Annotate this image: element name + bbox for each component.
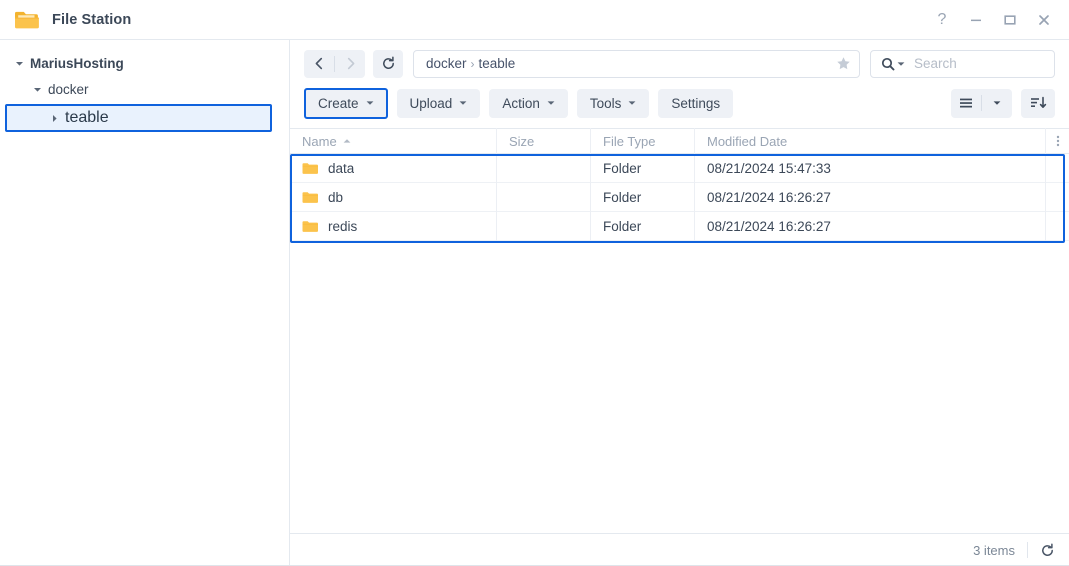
cell-size (496, 153, 590, 183)
column-header-name[interactable]: Name (290, 128, 496, 154)
column-header-file-type[interactable]: File Type (590, 128, 694, 154)
sidebar-item-docker[interactable]: docker (0, 76, 289, 102)
sidebar-item-mariushosting[interactable]: MariusHosting (0, 50, 289, 76)
breadcrumb-bar[interactable]: docker › teable (413, 49, 860, 78)
window-controls: ? (925, 0, 1061, 40)
cell-file-type: Folder (590, 153, 694, 183)
row-spacer (1045, 153, 1069, 183)
cell-size (496, 182, 590, 212)
caret-down-icon (459, 99, 467, 107)
toolbar: Create Upload Action Tools Settings (290, 78, 1069, 120)
folder-icon (302, 162, 318, 175)
list-view-icon[interactable] (951, 89, 981, 118)
cell-modified-date: 08/21/2024 16:26:27 (694, 182, 1045, 212)
app-title: File Station (52, 11, 132, 28)
settings-button[interactable]: Settings (658, 88, 734, 118)
caret-down-icon[interactable] (30, 85, 44, 94)
window-body: MariusHosting docker teable docker › tea… (0, 40, 1069, 565)
column-header-name-label: Name (302, 133, 337, 149)
sidebar-item-label: docker (48, 81, 89, 97)
maximize-icon[interactable] (993, 5, 1027, 35)
sidebar-item-label: teable (65, 109, 109, 126)
column-header-size[interactable]: Size (496, 128, 590, 154)
cell-modified-date: 08/21/2024 16:26:27 (694, 211, 1045, 241)
sort-ascending-icon (343, 137, 351, 145)
file-name: redis (328, 218, 358, 234)
navigation-bar: docker › teable (290, 40, 1069, 78)
refresh-icon[interactable] (1040, 543, 1055, 558)
title-bar: File Station ? (0, 0, 1069, 40)
table-row[interactable]: data Folder 08/21/2024 15:47:33 (290, 153, 1069, 183)
cell-file-type: Folder (590, 182, 694, 212)
status-divider (1027, 542, 1028, 558)
file-name: db (328, 189, 344, 205)
caret-right-icon[interactable] (47, 114, 61, 123)
caret-down-icon (547, 99, 555, 107)
breadcrumb-separator: › (470, 57, 475, 71)
file-list-header: Name Size File Type Modified Date (290, 128, 1069, 154)
search-icon[interactable] (881, 57, 895, 71)
table-row[interactable]: db Folder 08/21/2024 16:26:27 (290, 182, 1069, 212)
cell-name: db (290, 183, 496, 212)
upload-button-label: Upload (409, 95, 453, 111)
search-input[interactable] (912, 55, 1046, 72)
caret-down-icon (628, 99, 636, 107)
tools-button-label: Tools (589, 95, 622, 111)
action-button-label: Action (502, 95, 540, 111)
table-row[interactable]: redis Folder 08/21/2024 16:26:27 (290, 211, 1069, 241)
back-arrow-icon[interactable] (304, 50, 334, 78)
cell-size (496, 211, 590, 241)
caret-down-icon[interactable] (897, 60, 905, 68)
search-field[interactable] (870, 49, 1055, 78)
create-button-label: Create (318, 95, 359, 111)
forward-arrow-icon[interactable] (335, 50, 365, 78)
breadcrumb: docker › teable (426, 56, 836, 71)
file-name: data (328, 160, 355, 176)
upload-button[interactable]: Upload (396, 88, 481, 118)
caret-down-icon[interactable] (12, 59, 26, 68)
sidebar-item-label: MariusHosting (30, 55, 124, 71)
breadcrumb-item-teable[interactable]: teable (479, 56, 516, 71)
sidebar-tree: MariusHosting docker teable (0, 40, 290, 565)
cell-modified-date: 08/21/2024 15:47:33 (694, 153, 1045, 183)
item-count: 3 items (973, 542, 1015, 558)
caret-down-icon (366, 99, 374, 107)
refresh-icon[interactable] (373, 49, 403, 78)
column-header-modified-date[interactable]: Modified Date (694, 128, 1045, 154)
folder-icon (302, 191, 318, 204)
view-mode-group (951, 88, 1012, 118)
row-spacer (1045, 211, 1069, 241)
main-panel: docker › teable Search Create Upload Act… (290, 40, 1069, 565)
close-icon[interactable] (1027, 5, 1061, 35)
star-icon[interactable] (836, 56, 851, 71)
view-mode-caret-down-icon[interactable] (982, 89, 1012, 118)
status-bar: 3 items (290, 533, 1069, 565)
more-options-icon[interactable] (1045, 128, 1069, 154)
row-spacer (1045, 182, 1069, 212)
help-icon[interactable]: ? (925, 5, 959, 35)
sort-descending-icon[interactable] (1021, 88, 1055, 118)
create-button[interactable]: Create (304, 87, 388, 119)
breadcrumb-item-docker[interactable]: docker (426, 56, 467, 71)
file-list: Name Size File Type Modified Date data F… (290, 128, 1069, 533)
cell-file-type: Folder (590, 211, 694, 241)
sidebar-item-teable[interactable]: teable (5, 104, 272, 132)
cell-name: redis (290, 212, 496, 241)
cell-name: data (290, 154, 496, 183)
nav-arrows-group (304, 49, 365, 78)
settings-button-label: Settings (671, 95, 721, 111)
folder-icon (302, 220, 318, 233)
tools-button[interactable]: Tools (576, 88, 650, 118)
action-button[interactable]: Action (489, 88, 568, 118)
folder-open-icon (14, 9, 40, 31)
file-station-window: File Station ? MariusHosting docker teab… (0, 0, 1069, 566)
minimize-icon[interactable] (959, 5, 993, 35)
